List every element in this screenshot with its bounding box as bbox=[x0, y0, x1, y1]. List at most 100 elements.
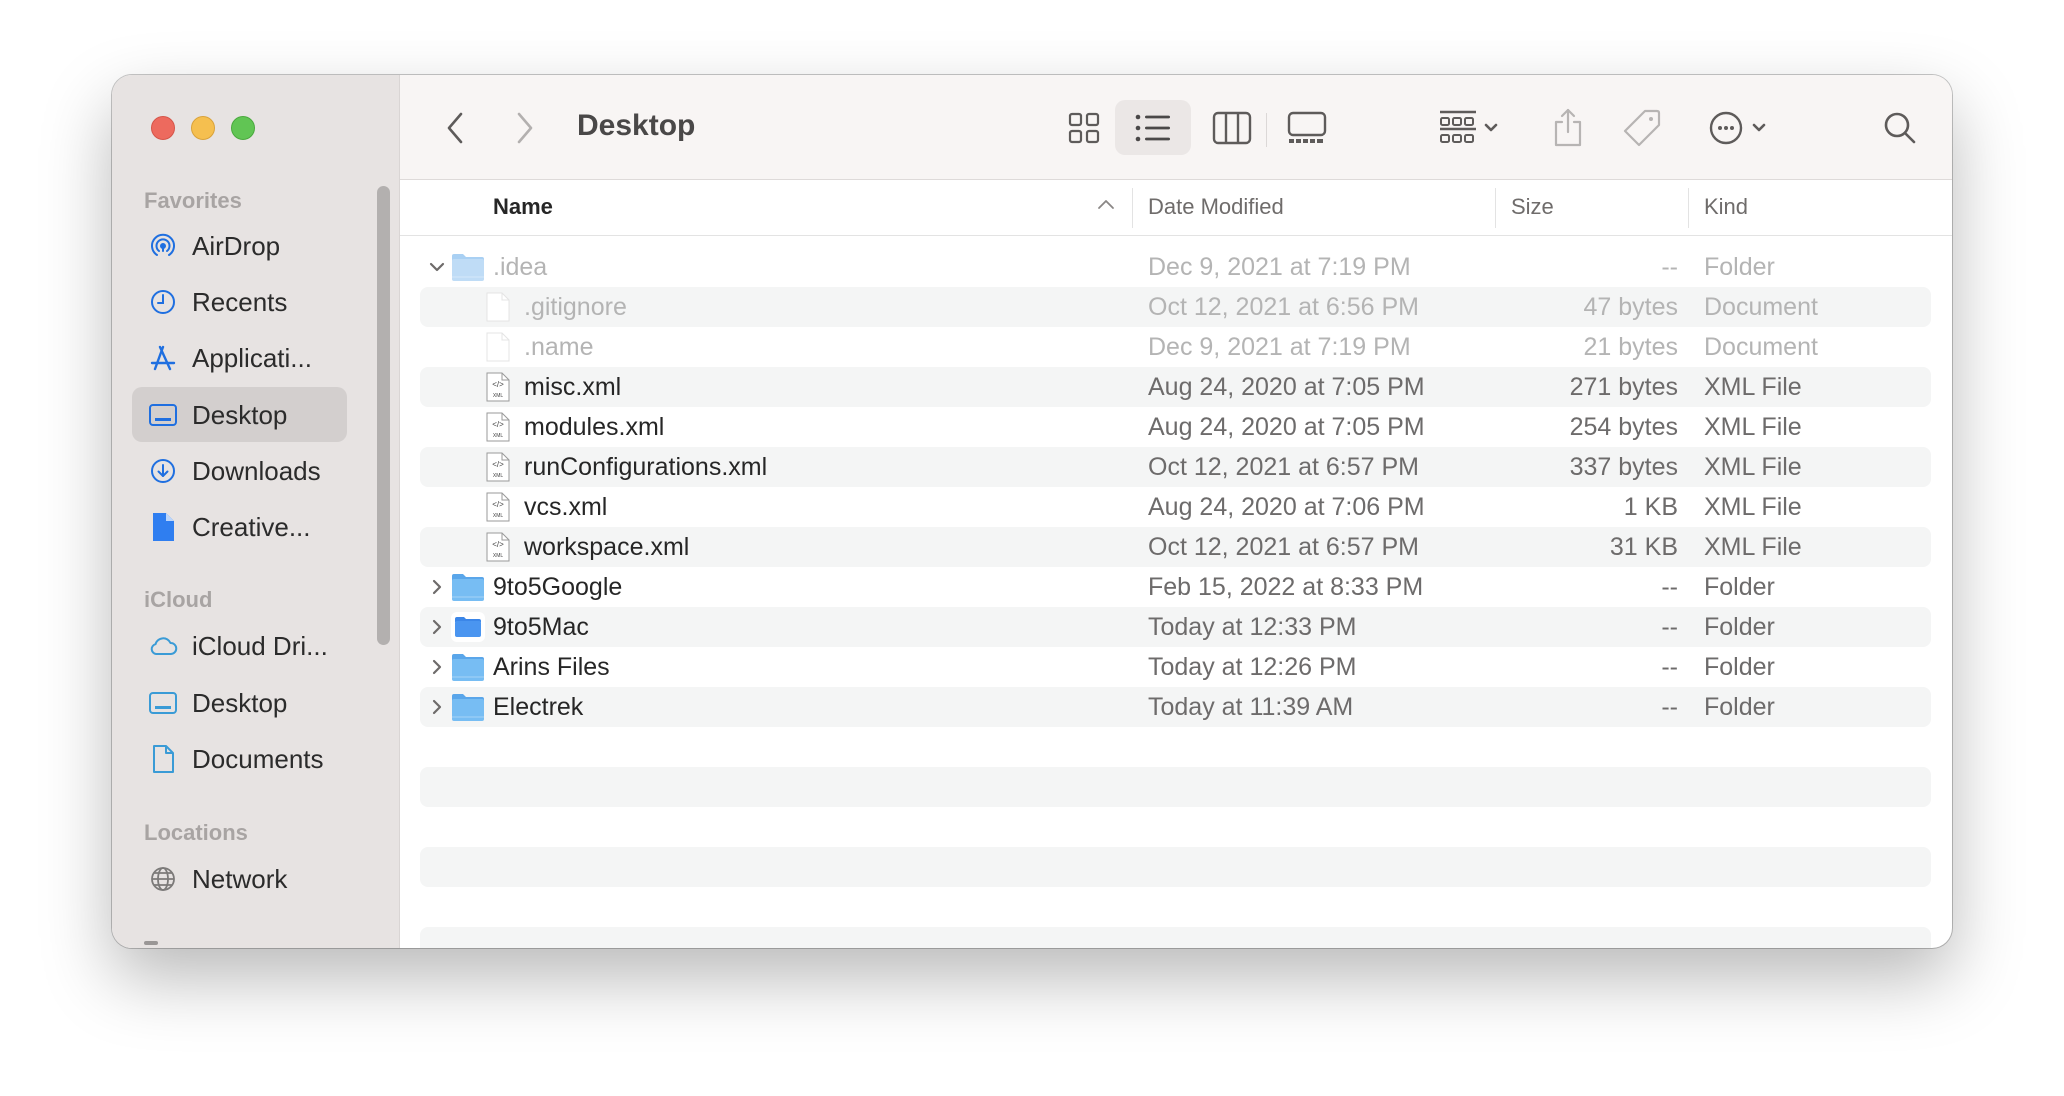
sidebar-section-tags-partial bbox=[144, 941, 158, 945]
document-filled-icon bbox=[153, 513, 174, 541]
sidebar-scrollbar[interactable] bbox=[377, 186, 390, 645]
chevron-right-icon[interactable] bbox=[428, 698, 446, 716]
file-kind: XML File bbox=[1704, 453, 1802, 481]
column-header-date[interactable]: Date Modified bbox=[1148, 194, 1284, 220]
folder-icon bbox=[452, 574, 484, 601]
column-resize-handle[interactable] bbox=[1132, 188, 1133, 228]
zoom-button[interactable] bbox=[231, 116, 255, 140]
file-date-modified: Today at 11:39 AM bbox=[1148, 693, 1354, 721]
group-button[interactable] bbox=[1434, 103, 1504, 153]
empty-row bbox=[420, 767, 1931, 807]
file-date-modified: Feb 15, 2022 at 8:33 PM bbox=[1148, 573, 1424, 601]
svg-text:</>: </> bbox=[492, 460, 504, 469]
svg-text:XML: XML bbox=[493, 553, 504, 559]
file-date-modified: Today at 12:33 PM bbox=[1148, 613, 1357, 641]
close-button[interactable] bbox=[151, 116, 175, 140]
view-list-button[interactable] bbox=[1129, 103, 1177, 153]
file-row[interactable]: </> XML runConfigurations.xml Oct 12, 2021 … bbox=[420, 447, 1931, 487]
window-title: Desktop bbox=[577, 109, 696, 142]
search-button[interactable] bbox=[1880, 103, 1920, 153]
file-name: modules.xml bbox=[524, 413, 665, 441]
empty-row bbox=[420, 927, 1931, 948]
folder-icon bbox=[452, 654, 484, 681]
forward-button[interactable] bbox=[510, 103, 540, 153]
sidebar-section-icloud: iCloud bbox=[144, 587, 213, 612]
search-icon bbox=[1884, 112, 1916, 144]
sidebar-item-downloads[interactable]: Downloads bbox=[132, 443, 347, 498]
file-row[interactable]: .idea Dec 9, 2021 at 7:19 PM -- Folder bbox=[420, 247, 1931, 287]
file-row[interactable]: .name Dec 9, 2021 at 7:19 PM 21 bytes Docum… bbox=[420, 327, 1931, 367]
svg-text:XML: XML bbox=[493, 393, 504, 399]
file-date-modified: Oct 12, 2021 at 6:57 PM bbox=[1148, 533, 1419, 561]
column-header-size[interactable]: Size bbox=[1511, 194, 1554, 220]
file-kind: Folder bbox=[1704, 653, 1775, 681]
sidebar-section-favorites: Favorites bbox=[144, 188, 242, 213]
share-icon bbox=[1554, 108, 1582, 147]
sidebar-item-applications[interactable]: Applicati... bbox=[132, 330, 347, 385]
toolbar-divider bbox=[1266, 113, 1267, 147]
file-row[interactable]: 9to5Mac Today at 12:33 PM -- Folder bbox=[420, 607, 1931, 647]
view-icons-button[interactable] bbox=[1060, 103, 1108, 153]
file-size: -- bbox=[1661, 613, 1678, 641]
file-size: -- bbox=[1661, 253, 1678, 281]
clock-icon bbox=[151, 290, 175, 314]
xml-file-icon: </> XML bbox=[486, 492, 510, 522]
file-date-modified: Today at 12:26 PM bbox=[1148, 653, 1357, 681]
sidebar-item-icloud-drive[interactable]: iCloud Dri... bbox=[132, 618, 347, 673]
tags-button[interactable] bbox=[1622, 103, 1662, 153]
sidebar-item-airdrop[interactable]: AirDrop bbox=[132, 218, 347, 273]
airdrop-icon bbox=[151, 233, 175, 256]
folder-icon bbox=[452, 254, 484, 281]
file-row[interactable]: Electrek Today at 11:39 AM -- Folder bbox=[420, 687, 1931, 727]
file-kind: Folder bbox=[1704, 573, 1775, 601]
file-name: Electrek bbox=[493, 693, 584, 721]
file-row[interactable]: </> XML workspace.xml Oct 12, 2021 at 6:57 … bbox=[420, 527, 1931, 567]
tag-icon bbox=[1623, 109, 1661, 147]
column-resize-handle[interactable] bbox=[1688, 188, 1689, 228]
chevron-down-icon[interactable] bbox=[428, 258, 446, 276]
file-kind: Folder bbox=[1704, 253, 1775, 281]
file-size: 1 KB bbox=[1623, 493, 1678, 521]
view-gallery-button[interactable] bbox=[1283, 103, 1331, 153]
sidebar-item-recents[interactable]: Recents bbox=[132, 274, 347, 329]
sidebar-item-documents[interactable]: Documents bbox=[132, 731, 347, 786]
grid-icon bbox=[1068, 112, 1100, 144]
file-size: -- bbox=[1661, 573, 1678, 601]
xml-file-icon: </> XML bbox=[486, 412, 510, 442]
file-row[interactable]: </> XML modules.xml Aug 24, 2020 at 7:05 PM… bbox=[420, 407, 1931, 447]
file-name: misc.xml bbox=[524, 373, 622, 401]
file-size: 337 bytes bbox=[1569, 453, 1678, 481]
back-button[interactable] bbox=[440, 103, 470, 153]
file-row[interactable]: </> XML misc.xml Aug 24, 2020 at 7:05 PM 271… bbox=[420, 367, 1931, 407]
view-columns-button[interactable] bbox=[1208, 103, 1256, 153]
sidebar-item-label: Desktop bbox=[192, 688, 288, 718]
column-header-kind[interactable]: Kind bbox=[1704, 194, 1748, 220]
share-button[interactable] bbox=[1550, 103, 1586, 153]
more-actions-button[interactable] bbox=[1708, 103, 1774, 153]
column-header-name[interactable]: Name bbox=[493, 194, 553, 220]
group-icon bbox=[1440, 110, 1498, 143]
file-name: 9to5Google bbox=[493, 573, 623, 601]
document-icon bbox=[486, 292, 510, 322]
chevron-right-icon[interactable] bbox=[428, 578, 446, 596]
file-row[interactable]: .gitignore Oct 12, 2021 at 6:56 PM 47 byte… bbox=[420, 287, 1931, 327]
file-row[interactable]: </> XML vcs.xml Aug 24, 2020 at 7:06 PM 1 KB… bbox=[420, 487, 1931, 527]
sidebar-section-locations: Locations bbox=[144, 820, 248, 845]
file-date-modified: Oct 12, 2021 at 6:57 PM bbox=[1148, 453, 1419, 481]
file-row[interactable]: 9to5Google Feb 15, 2022 at 8:33 PM -- Folde… bbox=[420, 567, 1931, 607]
chevron-right-icon[interactable] bbox=[428, 618, 446, 636]
svg-text:XML: XML bbox=[493, 513, 504, 519]
chevron-right-icon[interactable] bbox=[428, 658, 446, 676]
file-kind: Document bbox=[1704, 333, 1818, 361]
minimize-button[interactable] bbox=[191, 116, 215, 140]
file-row[interactable]: Arins Files Today at 12:26 PM -- Folder bbox=[420, 647, 1931, 687]
sidebar-item-label: iCloud Dri... bbox=[192, 631, 328, 661]
sidebar-item-creative[interactable]: Creative... bbox=[132, 499, 347, 554]
file-size: 254 bytes bbox=[1569, 413, 1678, 441]
sidebar-item-desktop[interactable]: Desktop bbox=[132, 387, 347, 442]
sidebar-item-icloud-desktop[interactable]: Desktop bbox=[132, 675, 347, 730]
column-resize-handle[interactable] bbox=[1495, 188, 1496, 228]
sidebar-item-network[interactable]: Network bbox=[132, 851, 347, 906]
file-name: .gitignore bbox=[524, 293, 627, 321]
file-kind: Folder bbox=[1704, 693, 1775, 721]
